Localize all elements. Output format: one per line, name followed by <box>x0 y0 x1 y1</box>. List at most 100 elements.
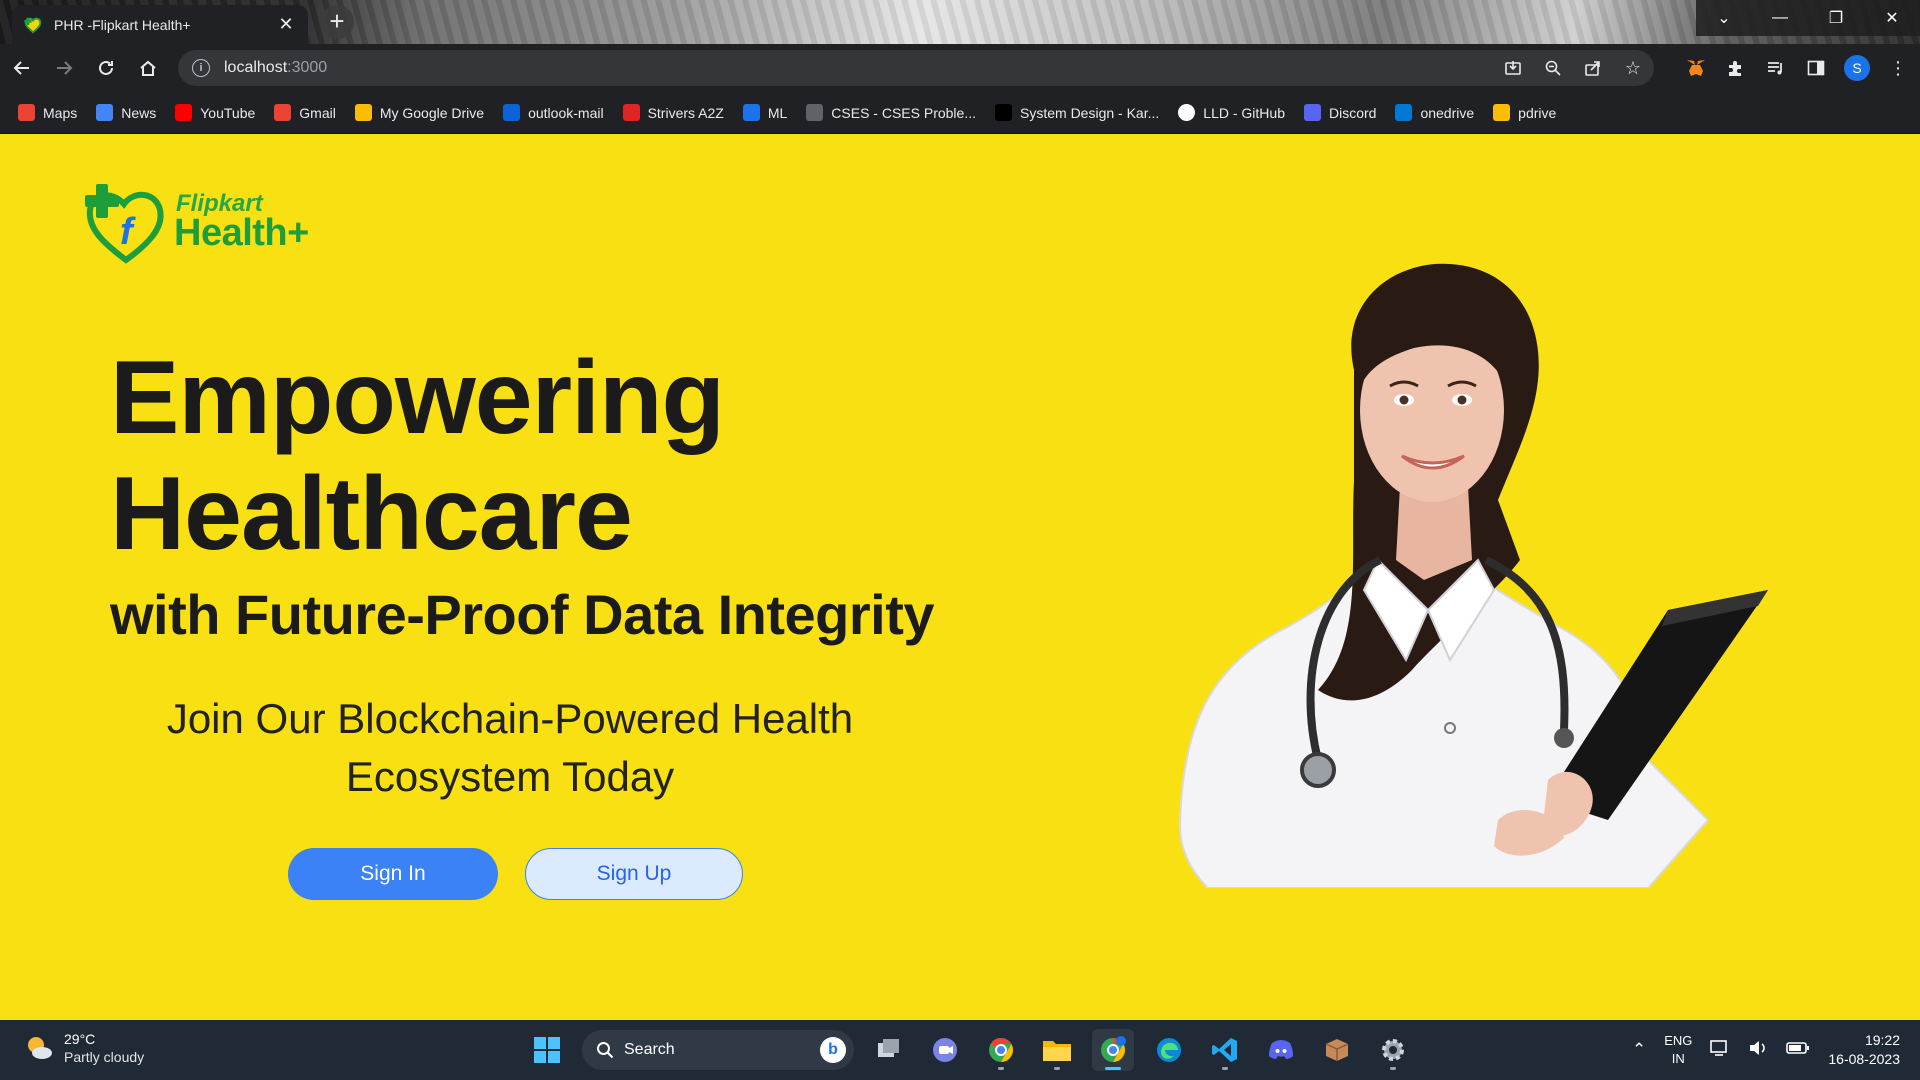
package-app[interactable] <box>1316 1029 1358 1071</box>
discord-icon <box>1303 104 1321 121</box>
back-button[interactable] <box>2 48 42 88</box>
reload-button[interactable] <box>86 48 126 88</box>
bookmark-item[interactable]: Strivers A2Z <box>622 104 724 121</box>
network-icon[interactable] <box>1710 1039 1730 1062</box>
language-indicator[interactable]: ENG IN <box>1664 1032 1692 1068</box>
url-text[interactable]: localhost:3000 <box>224 59 327 77</box>
github-icon <box>1178 104 1196 121</box>
bookmark-item[interactable]: Maps <box>18 104 77 121</box>
tab-close-icon[interactable]: ✕ <box>276 14 296 35</box>
discord-icon <box>1269 1040 1293 1059</box>
metamask-fox-icon[interactable] <box>1684 56 1708 80</box>
windows-logo-icon <box>534 1037 560 1063</box>
weather-widget[interactable]: 29°C Partly cloudy <box>24 1030 144 1066</box>
partly-cloudy-icon <box>28 1037 52 1059</box>
bookmark-label: Maps <box>43 104 78 121</box>
bookmark-item[interactable]: YouTube <box>175 104 255 121</box>
bookmark-item[interactable]: CSES - CSES Proble... <box>806 104 976 121</box>
discord-app[interactable] <box>1260 1029 1302 1071</box>
flipkart-health-favicon-icon <box>24 17 42 33</box>
edge-icon <box>1157 1038 1181 1062</box>
clock[interactable]: 19:22 16-08-2023 <box>1828 1031 1900 1069</box>
address-bar[interactable]: i localhost:3000 ☆ <box>178 50 1654 86</box>
outlook-icon <box>503 104 521 121</box>
task-view-button[interactable] <box>868 1029 910 1071</box>
windows-taskbar: 29°C Partly cloudy Search b ⌃ ENG IN 19:… <box>0 1020 1920 1080</box>
forward-arrow-icon <box>57 61 73 75</box>
edge-app[interactable] <box>1148 1029 1190 1071</box>
battery-icon[interactable] <box>1786 1040 1810 1061</box>
running-indicator <box>1054 1067 1060 1070</box>
clock-date: 16-08-2023 <box>1828 1051 1900 1067</box>
site-info-icon[interactable]: i <box>192 59 210 77</box>
bookmark-item[interactable]: Gmail <box>274 104 336 121</box>
share-icon[interactable] <box>1582 57 1604 79</box>
browser-toolbar: i localhost:3000 ☆ S ⋮ <box>0 44 1920 92</box>
bookmark-label: outlook-mail <box>528 104 604 121</box>
youtube-icon <box>175 104 193 121</box>
headline-line-1: Empowering <box>110 340 725 456</box>
news-icon <box>96 104 114 121</box>
language-code: ENG <box>1664 1033 1693 1048</box>
profile-avatar[interactable]: S <box>1844 55 1870 81</box>
bookmark-star-icon[interactable]: ☆ <box>1622 57 1644 79</box>
window-controls: ⌄ — ❐ ✕ <box>1696 0 1920 36</box>
bookmark-item[interactable]: My Google Drive <box>354 104 484 121</box>
bing-icon[interactable]: b <box>820 1037 846 1063</box>
bookmark-item[interactable]: outlook-mail <box>503 104 604 121</box>
back-arrow-icon <box>13 61 29 75</box>
browser-tab-active[interactable]: PHR -Flipkart Health+ ✕ <box>12 5 308 44</box>
tab-search-button[interactable]: ⌄ <box>1696 0 1752 36</box>
bookmark-item[interactable]: System Design - Kar... <box>995 104 1159 121</box>
bookmark-item[interactable]: pdrive <box>1493 104 1556 121</box>
bookmark-item[interactable]: ML <box>742 104 787 121</box>
bookmark-label: System Design - Kar... <box>1020 104 1160 121</box>
hero-subheadline: with Future-Proof Data Integrity <box>110 583 935 646</box>
bookmark-item[interactable]: News <box>96 104 156 121</box>
taskbar-center-apps: Search b <box>526 1028 1414 1072</box>
restore-button[interactable]: ❐ <box>1808 0 1864 36</box>
forward-button[interactable] <box>44 48 84 88</box>
sign-up-button[interactable]: Sign Up <box>525 848 743 900</box>
taskbar-search-box[interactable]: Search b <box>582 1030 854 1070</box>
home-button[interactable] <box>128 48 168 88</box>
file-explorer-app[interactable] <box>1036 1029 1078 1071</box>
chrome-icon <box>989 1038 1014 1062</box>
maps-icon <box>18 104 35 121</box>
bookmark-item[interactable]: onedrive <box>1395 104 1474 121</box>
bookmark-item[interactable]: Discord <box>1303 104 1376 121</box>
package-box-icon <box>1325 1039 1349 1061</box>
gear-icon <box>1382 1039 1404 1061</box>
bookmark-item[interactable]: LLD - GitHub <box>1178 104 1285 121</box>
sign-in-button[interactable]: Sign In <box>288 848 498 900</box>
extensions-puzzle-icon[interactable] <box>1724 56 1748 80</box>
vscode-app[interactable] <box>1204 1029 1246 1071</box>
volume-icon[interactable] <box>1748 1039 1768 1062</box>
chrome-app[interactable] <box>980 1029 1022 1071</box>
install-app-icon[interactable] <box>1502 57 1524 79</box>
omnibox-actions: ☆ <box>1502 50 1644 86</box>
teams-chat-app[interactable] <box>924 1029 966 1071</box>
bookmark-label: LLD - GitHub <box>1203 104 1285 121</box>
minimize-button[interactable]: — <box>1752 0 1808 36</box>
flipkart-health-logo[interactable]: f Flipkart Health+ <box>82 182 342 264</box>
new-tab-button[interactable]: + <box>320 5 354 39</box>
hero-call-to-action: Join Our Blockchain-Powered Health Ecosy… <box>110 690 910 806</box>
settings-app[interactable] <box>1372 1029 1414 1071</box>
chevron-up-icon[interactable]: ⌃ <box>1632 1040 1646 1060</box>
logo-health-text: Health+ <box>174 212 309 254</box>
bookmark-label: pdrive <box>1518 104 1557 121</box>
clock-time: 19:22 <box>1864 1032 1900 1048</box>
landing-page: f Flipkart Health+ Empowering Healthcare… <box>0 134 1920 1020</box>
doctor-illustration <box>1178 263 1768 888</box>
side-panel-icon[interactable] <box>1804 56 1828 80</box>
browser-title-bar: PHR -Flipkart Health+ ✕ + ⌄ — ❐ ✕ <box>0 0 1920 44</box>
media-controls-icon[interactable] <box>1764 56 1788 80</box>
start-button[interactable] <box>526 1029 568 1071</box>
system-tray: ⌃ ENG IN 19:22 16-08-2023 <box>1632 1020 1900 1080</box>
chrome-profile-app[interactable] <box>1092 1029 1134 1071</box>
close-window-button[interactable]: ✕ <box>1864 0 1920 36</box>
chrome-menu-icon[interactable]: ⋮ <box>1886 56 1910 80</box>
zoom-icon[interactable] <box>1542 57 1564 79</box>
bookmark-label: CSES - CSES Proble... <box>831 104 976 121</box>
